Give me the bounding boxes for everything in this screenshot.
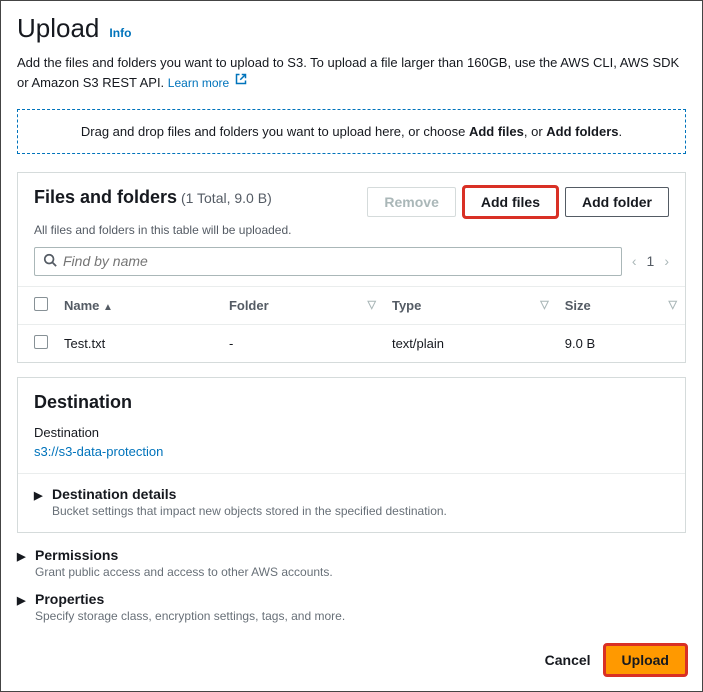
cell-folder: -	[221, 324, 384, 362]
destination-panel: Destination Destination s3://s3-data-pro…	[17, 377, 686, 533]
row-checkbox[interactable]	[34, 335, 48, 349]
pager: ‹ 1 ›	[632, 253, 669, 269]
destination-details-desc: Bucket settings that impact new objects …	[52, 504, 447, 518]
dnd-text-1: Drag and drop files and folders you want…	[81, 124, 469, 139]
files-panel-title: Files and folders	[34, 187, 177, 207]
destination-details-expander[interactable]: ▶ Destination details Bucket settings th…	[34, 486, 669, 518]
drag-drop-zone[interactable]: Drag and drop files and folders you want…	[17, 109, 686, 154]
search-input[interactable]	[63, 253, 613, 269]
search-box[interactable]	[34, 247, 622, 276]
col-size[interactable]: Size▽	[557, 286, 685, 324]
description-text: Add the files and folders you want to up…	[17, 55, 679, 90]
filter-icon: ▽	[669, 298, 677, 311]
permissions-expander[interactable]: ▶ Permissions Grant public access and ac…	[17, 547, 686, 579]
prev-page-icon[interactable]: ‹	[632, 253, 637, 269]
dnd-add-files: Add files	[469, 124, 524, 139]
destination-title: Destination	[34, 392, 669, 413]
dnd-text-2: , or	[524, 124, 546, 139]
properties-title: Properties	[35, 591, 345, 607]
caret-right-icon: ▶	[17, 594, 29, 607]
destination-details-title: Destination details	[52, 486, 447, 502]
select-all-checkbox[interactable]	[34, 297, 48, 311]
remove-button[interactable]: Remove	[367, 187, 455, 217]
learn-more-link[interactable]: Learn more	[168, 76, 229, 90]
col-folder[interactable]: Folder▽	[221, 286, 384, 324]
dnd-add-folders: Add folders	[546, 124, 618, 139]
files-panel: Files and folders (1 Total, 9.0 B) Remov…	[17, 172, 686, 363]
permissions-desc: Grant public access and access to other …	[35, 565, 333, 579]
cell-type: text/plain	[384, 324, 557, 362]
sort-asc-icon: ▲	[103, 302, 113, 313]
files-panel-count: (1 Total, 9.0 B)	[181, 190, 272, 206]
cell-name: Test.txt	[56, 324, 221, 362]
properties-expander[interactable]: ▶ Properties Specify storage class, encr…	[17, 591, 686, 623]
files-panel-subtitle: All files and folders in this table will…	[18, 223, 685, 247]
caret-right-icon: ▶	[17, 550, 29, 563]
page-title: Upload	[17, 13, 99, 44]
permissions-title: Permissions	[35, 547, 333, 563]
destination-label: Destination	[34, 425, 669, 440]
external-link-icon	[235, 72, 247, 90]
properties-desc: Specify storage class, encryption settin…	[35, 609, 345, 623]
table-row[interactable]: Test.txt - text/plain 9.0 B	[18, 324, 685, 362]
next-page-icon[interactable]: ›	[664, 253, 669, 269]
destination-value[interactable]: s3://s3-data-protection	[34, 444, 669, 459]
dnd-text-3: .	[619, 124, 623, 139]
search-icon	[43, 253, 57, 270]
info-link[interactable]: Info	[109, 26, 131, 40]
col-name[interactable]: Name ▲	[56, 286, 221, 324]
files-table: Name ▲ Folder▽ Type▽ Size▽ Test.txt - te…	[18, 286, 685, 362]
filter-icon: ▽	[540, 298, 548, 311]
caret-right-icon: ▶	[34, 489, 46, 502]
add-files-button[interactable]: Add files	[464, 187, 557, 217]
col-type[interactable]: Type▽	[384, 286, 557, 324]
cell-size: 9.0 B	[557, 324, 685, 362]
filter-icon: ▽	[368, 298, 376, 311]
page-number: 1	[647, 253, 655, 269]
page-description: Add the files and folders you want to up…	[17, 54, 686, 93]
add-folder-button[interactable]: Add folder	[565, 187, 669, 217]
